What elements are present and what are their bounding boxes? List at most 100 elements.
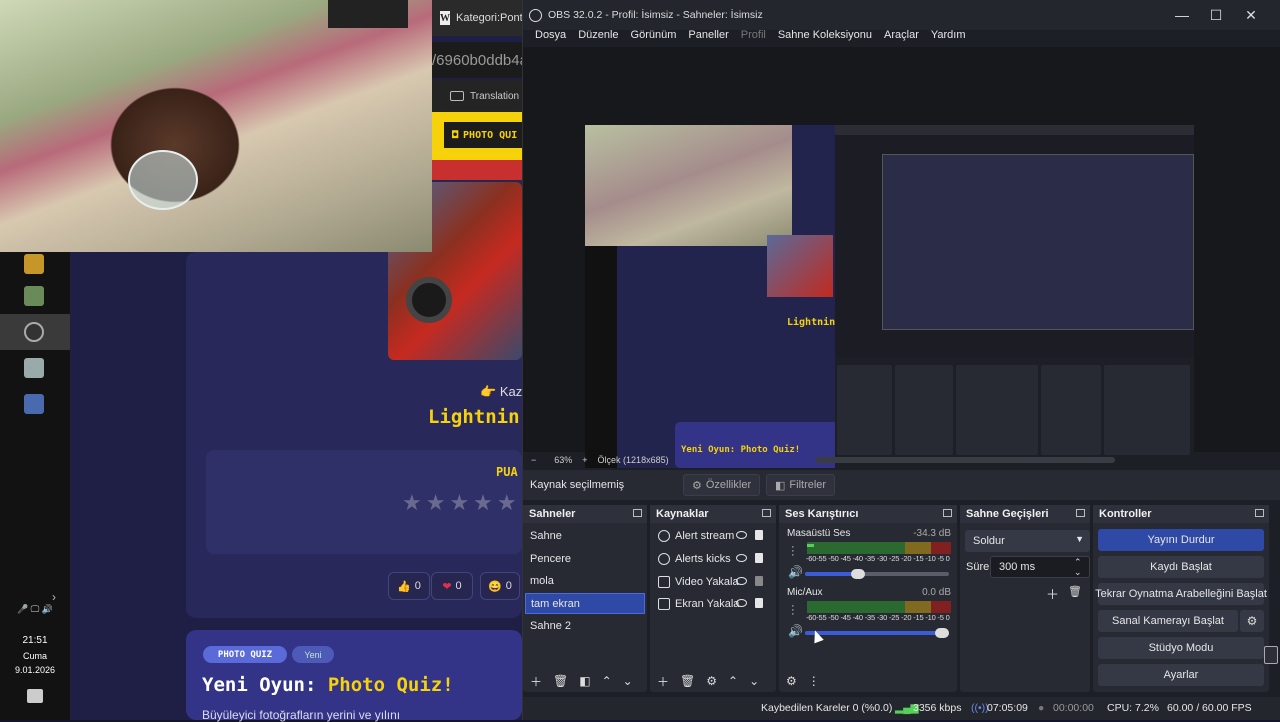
chevron-down-icon[interactable]: ⌄ bbox=[1074, 567, 1082, 578]
clock-date[interactable]: 9.01.2026 bbox=[0, 665, 70, 675]
scene-item[interactable]: Pencere bbox=[525, 548, 645, 569]
settings-button[interactable]: Ayarlar bbox=[1098, 664, 1264, 686]
add-icon[interactable]: ＋ bbox=[657, 673, 669, 690]
taskbar-active-item[interactable] bbox=[0, 314, 70, 350]
zoom-out-button[interactable]: − bbox=[531, 455, 536, 465]
menu-sahne-koleksiyonu[interactable]: Sahne Koleksiyonu bbox=[772, 27, 878, 47]
lock-icon[interactable] bbox=[755, 598, 763, 608]
kebab-menu-icon[interactable]: · · · bbox=[791, 601, 795, 620]
replay-buffer-button[interactable]: Tekrar Oynatma Arabelleğini Başlat bbox=[1095, 583, 1267, 605]
minimize-button[interactable]: — bbox=[1165, 0, 1199, 30]
clock-time[interactable]: 21:51 bbox=[0, 635, 70, 646]
chevron-up-icon[interactable]: ⌃ bbox=[728, 674, 738, 688]
source-item[interactable]: Video Yakala bbox=[652, 571, 772, 593]
preview-nested-panel bbox=[1041, 365, 1101, 455]
eye-icon[interactable] bbox=[736, 531, 747, 539]
volume-slider[interactable] bbox=[805, 628, 949, 638]
tray-expand-icon[interactable]: › bbox=[52, 590, 56, 604]
obs-titlebar[interactable]: OBS 32.0.2 - Profil: İsimsiz - Sahneler:… bbox=[523, 0, 1280, 30]
filter-icon[interactable]: ◧ bbox=[579, 674, 590, 688]
maximize-button[interactable]: ☐ bbox=[1199, 0, 1233, 30]
menu-profil[interactable]: Profil bbox=[735, 27, 772, 47]
menu-paneller[interactable]: Paneller bbox=[682, 27, 734, 47]
undock-icon[interactable] bbox=[633, 509, 642, 517]
side-panel-toggle[interactable] bbox=[1264, 646, 1278, 664]
address-bar[interactable]: /6960b0ddb4a bbox=[432, 42, 522, 78]
start-recording-button[interactable]: Kaydı Başlat bbox=[1098, 556, 1264, 578]
reaction-heart[interactable]: ❤ 0 bbox=[431, 572, 473, 600]
virtual-camera-button[interactable]: Sanal Kamerayı Başlat bbox=[1098, 610, 1238, 632]
obs-window: OBS 32.0.2 - Profil: İsimsiz - Sahneler:… bbox=[522, 0, 1280, 720]
preview-area[interactable]: Lightnin Yeni Oyun: Photo Quiz! bbox=[523, 47, 1280, 468]
lock-icon[interactable] bbox=[755, 576, 763, 586]
scene-item[interactable]: Sahne 2 bbox=[525, 615, 645, 636]
system-tray-icons[interactable]: 🎤 🖵 🔊 bbox=[0, 604, 70, 615]
photo-quiz-button[interactable]: ◘ PHOTO QUI bbox=[444, 122, 524, 148]
scene-item[interactable]: mola bbox=[525, 570, 645, 591]
transition-select[interactable]: Soldur ▼ bbox=[965, 530, 1090, 552]
eye-icon[interactable] bbox=[736, 554, 747, 562]
undock-icon[interactable] bbox=[943, 509, 952, 517]
stop-stream-button[interactable]: Yayını Durdur bbox=[1098, 529, 1264, 551]
source-item[interactable]: Alert stream bbox=[652, 525, 772, 547]
menu-araclar[interactable]: Araçlar bbox=[878, 27, 925, 47]
gear-icon[interactable]: ⚙ bbox=[706, 674, 717, 688]
trash-icon[interactable]: 🗑 bbox=[553, 674, 568, 688]
rating-stars[interactable]: ★★★★★ bbox=[402, 490, 521, 516]
chevron-down-icon[interactable]: ⌄ bbox=[623, 674, 633, 688]
chevron-down-icon[interactable]: ⌄ bbox=[749, 674, 759, 688]
scene-item[interactable]: Sahne bbox=[525, 525, 645, 546]
heart-icon: ❤ bbox=[442, 580, 452, 593]
kebab-menu-icon[interactable]: · · · bbox=[791, 542, 795, 561]
volume-slider[interactable] bbox=[805, 569, 949, 579]
menu-duzenle[interactable]: Düzenle bbox=[572, 27, 624, 47]
undock-icon[interactable] bbox=[1076, 509, 1085, 517]
studio-mode-button[interactable]: Stüdyo Modu bbox=[1098, 637, 1264, 659]
address-bar-text: /6960b0ddb4a bbox=[432, 51, 522, 69]
menu-dosya[interactable]: Dosya bbox=[529, 27, 572, 47]
kebab-menu-icon[interactable]: ⋮ bbox=[808, 674, 820, 688]
app-icon-bin[interactable] bbox=[24, 358, 44, 378]
source-item[interactable]: Ekran Yakala bbox=[652, 593, 772, 615]
source-item[interactable]: Alerts kicks bbox=[652, 548, 772, 570]
undock-icon[interactable] bbox=[1255, 509, 1264, 517]
reaction-like[interactable]: 👍 0 bbox=[388, 572, 430, 600]
reaction-laugh[interactable]: 😄 0 bbox=[480, 572, 520, 600]
lock-icon[interactable] bbox=[755, 553, 763, 563]
add-icon[interactable]: ＋ bbox=[1046, 584, 1059, 603]
eye-icon[interactable] bbox=[736, 599, 747, 607]
properties-button[interactable]: ⚙ Özellikler bbox=[683, 474, 761, 496]
speaker-icon[interactable]: 🔊 bbox=[788, 565, 803, 579]
menu-gorunum[interactable]: Görünüm bbox=[625, 27, 683, 47]
notification-icon[interactable] bbox=[27, 689, 43, 703]
game-subtitle: 👉 Kaz bbox=[480, 384, 523, 399]
clock-day[interactable]: Cuma bbox=[0, 651, 70, 661]
trash-icon[interactable]: 🗑 bbox=[1068, 585, 1082, 598]
preview-scrollbar[interactable] bbox=[815, 457, 1115, 463]
undock-icon[interactable] bbox=[762, 509, 771, 517]
photo-quiz-button-label: PHOTO QUI bbox=[463, 129, 518, 141]
add-icon[interactable]: ＋ bbox=[530, 673, 542, 690]
app-icon-photos[interactable] bbox=[24, 286, 44, 306]
zoom-in-button[interactable]: + bbox=[582, 455, 587, 465]
chevron-up-icon[interactable]: ⌃ bbox=[602, 674, 612, 688]
eye-icon[interactable] bbox=[736, 577, 747, 585]
close-button[interactable]: ✕ bbox=[1234, 0, 1268, 30]
audio-settings-icon[interactable]: ⚙ bbox=[786, 674, 797, 688]
volume-meter bbox=[807, 601, 951, 613]
lock-icon[interactable] bbox=[755, 530, 763, 540]
trash-icon[interactable]: 🗑 bbox=[680, 674, 695, 688]
virtual-camera-settings-button[interactable]: ⚙ bbox=[1240, 610, 1264, 632]
browser-tab[interactable]: W Kategori:Pontus bbox=[432, 0, 522, 36]
scene-item-selected[interactable]: tam ekran bbox=[525, 593, 645, 614]
speaker-icon[interactable]: 🔊 bbox=[788, 624, 803, 638]
app-icon-sublime[interactable] bbox=[24, 254, 44, 274]
filters-button[interactable]: ◧ Filtreler bbox=[766, 474, 836, 496]
app-icon-remote[interactable] bbox=[24, 394, 44, 414]
mixer-channel-db: -34.3 dB bbox=[913, 528, 951, 539]
zoom-percent[interactable]: 63% bbox=[554, 455, 572, 465]
preview-canvas[interactable]: Lightnin Yeni Oyun: Photo Quiz! bbox=[585, 125, 1194, 468]
menu-yardim[interactable]: Yardım bbox=[925, 27, 972, 47]
bookmark-translation[interactable]: Translation bbox=[432, 80, 522, 112]
preview-nested-titlebar bbox=[835, 125, 1194, 135]
